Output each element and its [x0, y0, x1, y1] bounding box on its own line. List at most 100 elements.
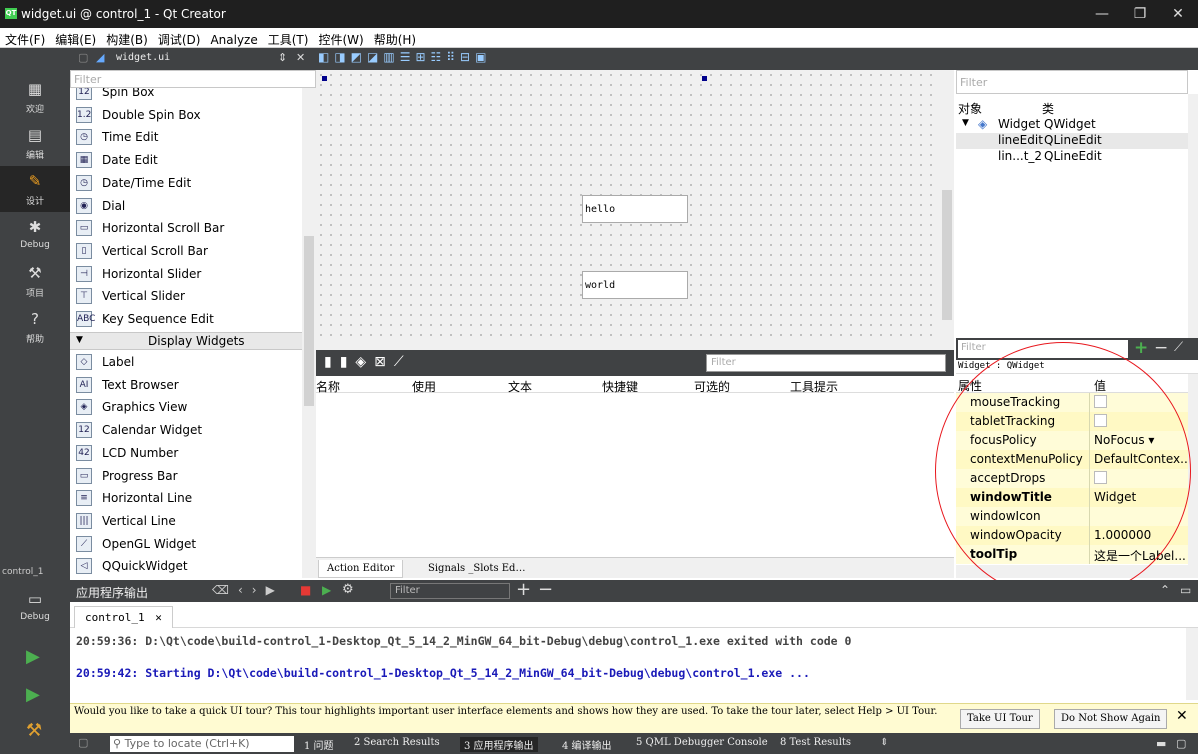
- expand-arrow-icon[interactable]: ▼: [962, 118, 969, 128]
- debug-run-button[interactable]: ▶: [26, 684, 40, 705]
- widget-item[interactable]: ⊤ Vertical Slider: [70, 285, 302, 308]
- widget-item[interactable]: ≡ Horizontal Line: [70, 487, 302, 510]
- widget-item[interactable]: 12 Calendar Widget: [70, 419, 302, 442]
- widget-item[interactable]: AI Text Browser: [70, 374, 302, 397]
- widget-item[interactable]: ⟋ OpenGL Widget: [70, 533, 302, 556]
- selection-handle[interactable]: [702, 76, 707, 81]
- menu-analyze[interactable]: Analyze: [205, 30, 262, 47]
- build-hammer-button[interactable]: ⚒: [26, 720, 42, 741]
- configure-icon[interactable]: ⟋: [1174, 340, 1183, 355]
- mode-welcome[interactable]: ▦ 欢迎: [0, 74, 70, 120]
- menu-help[interactable]: 帮助(H): [369, 28, 421, 48]
- output-log[interactable]: 20:59:36: D:\Qt\code\build-control_1-Des…: [70, 628, 1186, 700]
- take-ui-tour-button[interactable]: Take UI Tour: [960, 709, 1040, 729]
- tree-item-name[interactable]: lineEdit: [998, 133, 1043, 147]
- col-object[interactable]: 对象: [958, 100, 982, 117]
- collapse-arrow-icon[interactable]: ▼: [76, 335, 83, 345]
- output-scrollbar[interactable]: [1186, 628, 1198, 700]
- widget-item[interactable]: 12 Spin Box: [70, 88, 302, 104]
- canvas-hscroll[interactable]: [316, 338, 954, 350]
- open-file-name[interactable]: widget.ui: [116, 52, 170, 63]
- tree-item-name[interactable]: lin...t_2: [998, 149, 1042, 163]
- status-tab-test-results[interactable]: 8 Test Results: [780, 737, 851, 748]
- menu-debug[interactable]: 调试(D): [153, 28, 206, 48]
- form-canvas[interactable]: hello world: [316, 70, 940, 338]
- do-not-show-again-button[interactable]: Do Not Show Again: [1054, 709, 1168, 729]
- mode-design[interactable]: ✎ 设计: [0, 166, 70, 212]
- selection-handle[interactable]: [322, 76, 327, 81]
- layout-tools-icons[interactable]: ◧◨◩◪▥☰⊞☷⠿⊟▣: [318, 50, 491, 64]
- line-edit-hello[interactable]: hello: [582, 195, 688, 223]
- status-tab-app-output[interactable]: 3 应用程序输出: [460, 737, 538, 752]
- widget-item[interactable]: 42 LCD Number: [70, 442, 302, 465]
- close-pane-icon[interactable]: ▭: [1180, 583, 1191, 597]
- object-filter[interactable]: Filter: [956, 70, 1188, 94]
- remove-property-icon[interactable]: −: [1154, 338, 1168, 358]
- tab-signals-slots[interactable]: Signals _Slots Ed…: [420, 560, 533, 578]
- action-tool-icons[interactable]: ▮▮◈⊠⟋: [324, 354, 412, 370]
- mode-projects[interactable]: ⚒ 项目: [0, 258, 70, 304]
- widget-item[interactable]: ABC Key Sequence Edit: [70, 308, 302, 331]
- toggle-sidebar-icon[interactable]: ▢: [78, 736, 88, 749]
- remove-output-icon[interactable]: −: [538, 579, 553, 600]
- widgetbox-filter[interactable]: Filter: [70, 70, 316, 88]
- widget-item[interactable]: ◇ Label: [70, 351, 302, 374]
- status-tab-issues[interactable]: 1 问题: [304, 737, 334, 752]
- sidebar-right-icon[interactable]: ▢: [1176, 737, 1186, 750]
- run-button[interactable]: ▶: [26, 646, 40, 667]
- menu-controls[interactable]: 控件(W): [313, 28, 368, 48]
- close-file-icon[interactable]: ✕: [296, 51, 305, 64]
- output-filter[interactable]: Filter: [390, 583, 510, 599]
- settings-gear-icon[interactable]: ⚙: [342, 582, 354, 597]
- action-filter[interactable]: Filter: [706, 354, 946, 372]
- locator-input[interactable]: ⚲ Type to locate (Ctrl+K): [110, 736, 294, 752]
- close-button[interactable]: ✕: [1159, 0, 1197, 28]
- minimize-button[interactable]: —: [1083, 0, 1121, 28]
- rerun-icon[interactable]: ▶: [322, 583, 331, 597]
- menu-edit[interactable]: 编辑(E): [50, 28, 101, 48]
- output-nav-icons[interactable]: ⌫‹›▶: [212, 583, 284, 597]
- mode-debug[interactable]: ✱ Debug: [0, 212, 70, 258]
- stop-icon[interactable]: ■: [300, 583, 311, 597]
- restore-button[interactable]: ❐: [1121, 0, 1159, 28]
- status-tab-compile[interactable]: 4 编译输出: [562, 737, 612, 752]
- add-output-icon[interactable]: +: [516, 579, 531, 600]
- tab-action-editor[interactable]: Action Editor: [318, 560, 404, 578]
- file-switch-icon[interactable]: ⇕: [278, 51, 287, 64]
- menu-tools[interactable]: 工具(T): [263, 28, 314, 48]
- mode-help[interactable]: ? 帮助: [0, 304, 70, 350]
- widget-item[interactable]: ▦ Date Edit: [70, 149, 302, 172]
- menu-file[interactable]: 文件(F): [0, 28, 50, 48]
- close-tab-icon[interactable]: ✕: [155, 611, 162, 624]
- widget-item[interactable]: ||| Vertical Line: [70, 510, 302, 533]
- category-display-widgets[interactable]: ▼ Display Widgets: [70, 332, 302, 350]
- widget-item[interactable]: ◈ Graphics View: [70, 396, 302, 419]
- status-tab-qml-debugger[interactable]: 5 QML Debugger Console: [636, 737, 768, 748]
- tree-item-name[interactable]: Widget: [998, 117, 1040, 131]
- mode-edit[interactable]: ▤ 编辑: [0, 120, 70, 166]
- widget-item[interactable]: ◁ QQuickWidget: [70, 555, 302, 578]
- output-tab-control1[interactable]: control_1 ✕: [74, 606, 173, 628]
- add-property-icon[interactable]: +: [1134, 338, 1148, 358]
- menu-build[interactable]: 构建(B): [101, 28, 153, 48]
- widget-item[interactable]: ◉ Dial: [70, 195, 302, 218]
- close-tour-icon[interactable]: ✕: [1176, 708, 1188, 724]
- action-table-body[interactable]: [316, 393, 954, 557]
- object-scrollbar[interactable]: [1188, 94, 1198, 338]
- more-tabs-icon[interactable]: ⇕: [880, 737, 888, 748]
- canvas-vscroll[interactable]: [940, 70, 954, 338]
- widget-item[interactable]: 1.2 Double Spin Box: [70, 104, 302, 127]
- widget-item[interactable]: ◷ Date/Time Edit: [70, 172, 302, 195]
- status-tab-search[interactable]: 2 Search Results: [354, 737, 440, 748]
- kit-selector[interactable]: ▭ Debug: [0, 584, 70, 630]
- widget-item[interactable]: ◷ Time Edit: [70, 126, 302, 149]
- col-class[interactable]: 类: [1042, 100, 1054, 117]
- line-edit-world[interactable]: world: [582, 271, 688, 299]
- widget-item[interactable]: ▭ Progress Bar: [70, 465, 302, 488]
- progress-toggle-icon[interactable]: ▬: [1156, 737, 1166, 750]
- maximize-pane-icon[interactable]: ⌃: [1160, 583, 1170, 597]
- widget-item[interactable]: ⊣ Horizontal Slider: [70, 263, 302, 286]
- widget-item[interactable]: ▯ Vertical Scroll Bar: [70, 240, 302, 263]
- widgetbox-scrollbar[interactable]: [302, 88, 316, 578]
- widget-item[interactable]: ▭ Horizontal Scroll Bar: [70, 217, 302, 240]
